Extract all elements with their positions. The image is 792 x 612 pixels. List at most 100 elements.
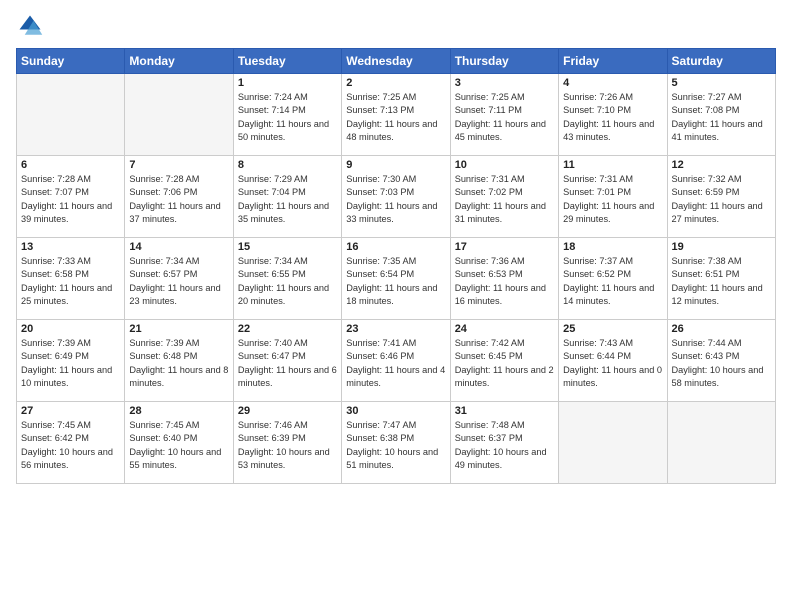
day-number: 8 xyxy=(238,159,337,171)
calendar-cell: 17Sunrise: 7:36 AM Sunset: 6:53 PM Dayli… xyxy=(450,238,558,320)
day-info: Sunrise: 7:28 AM Sunset: 7:06 PM Dayligh… xyxy=(129,173,228,226)
logo-icon xyxy=(16,12,44,40)
day-number: 24 xyxy=(455,323,554,335)
day-info: Sunrise: 7:41 AM Sunset: 6:46 PM Dayligh… xyxy=(346,337,445,390)
calendar-cell: 10 Sunrise: 7:31 AM Sunset: 7:02 PM Dayli… xyxy=(450,156,558,238)
calendar-cell: 7 Sunrise: 7:28 AM Sunset: 7:06 PM Daylig… xyxy=(125,156,233,238)
calendar-container: SundayMondayTuesdayWednesdayThursdayFrid… xyxy=(0,0,792,612)
calendar-cell xyxy=(667,402,775,484)
day-info: Sunrise: 7:34 AM Sunset: 6:55 PM Dayligh… xyxy=(238,255,337,308)
calendar-cell: 21 Sunrise: 7:39 AM Sunset: 6:48 PM Dayli… xyxy=(125,320,233,402)
calendar-cell: 15 Sunrise: 7:34 AM Sunset: 6:55 PM Dayli… xyxy=(233,238,341,320)
calendar-cell: 28 Sunrise: 7:45 AM Sunset: 6:40 PM Dayli… xyxy=(125,402,233,484)
calendar-cell: 27 Sunrise: 7:45 AM Sunset: 6:42 PM Dayli… xyxy=(17,402,125,484)
day-info: Sunrise: 7:31 AM Sunset: 7:02 PM Dayligh… xyxy=(455,173,554,226)
day-info: Sunrise: 7:26 AM Sunset: 7:10 PM Dayligh… xyxy=(563,91,662,144)
calendar-cell: 26 Sunrise: 7:44 AM Sunset: 6:43 PM Dayli… xyxy=(667,320,775,402)
calendar-cell: 29 Sunrise: 7:46 AM Sunset: 6:39 PM Dayli… xyxy=(233,402,341,484)
logo xyxy=(16,12,48,40)
calendar-cell: 5 Sunrise: 7:27 AM Sunset: 7:08 PM Daylig… xyxy=(667,74,775,156)
day-header-tuesday: Tuesday xyxy=(233,49,341,74)
day-info: Sunrise: 7:25 AM Sunset: 7:11 PM Dayligh… xyxy=(455,91,554,144)
calendar-cell: 14 Sunrise: 7:34 AM Sunset: 6:57 PM Dayli… xyxy=(125,238,233,320)
day-number: 9 xyxy=(346,159,445,171)
day-number: 28 xyxy=(129,405,228,417)
day-number: 21 xyxy=(129,323,228,335)
day-info: Sunrise: 7:29 AM Sunset: 7:04 PM Dayligh… xyxy=(238,173,337,226)
day-number: 7 xyxy=(129,159,228,171)
day-info: Sunrise: 7:47 AM Sunset: 6:38 PM Dayligh… xyxy=(346,419,445,472)
calendar-cell: 11 Sunrise: 7:31 AM Sunset: 7:01 PM Dayli… xyxy=(559,156,667,238)
day-number: 17 xyxy=(455,241,554,253)
day-info: Sunrise: 7:42 AM Sunset: 6:45 PM Dayligh… xyxy=(455,337,554,390)
day-number: 27 xyxy=(21,405,120,417)
calendar-cell: 24 Sunrise: 7:42 AM Sunset: 6:45 PM Dayli… xyxy=(450,320,558,402)
day-info: Sunrise: 7:39 AM Sunset: 6:49 PM Dayligh… xyxy=(21,337,120,390)
calendar-cell: 23 Sunrise: 7:41 AM Sunset: 6:46 PM Dayli… xyxy=(342,320,450,402)
day-number: 19 xyxy=(672,241,771,253)
calendar-cell: 12 Sunrise: 7:32 AM Sunset: 6:59 PM Dayli… xyxy=(667,156,775,238)
day-info: Sunrise: 7:33 AM Sunset: 6:58 PM Dayligh… xyxy=(21,255,120,308)
calendar-cell xyxy=(125,74,233,156)
day-info: Sunrise: 7:40 AM Sunset: 6:47 PM Dayligh… xyxy=(238,337,337,390)
day-number: 23 xyxy=(346,323,445,335)
day-info: Sunrise: 7:46 AM Sunset: 6:39 PM Dayligh… xyxy=(238,419,337,472)
calendar-cell: 16 Sunrise: 7:35 AM Sunset: 6:54 PM Dayli… xyxy=(342,238,450,320)
day-info: Sunrise: 7:48 AM Sunset: 6:37 PM Dayligh… xyxy=(455,419,554,472)
day-info: Sunrise: 7:45 AM Sunset: 6:42 PM Dayligh… xyxy=(21,419,120,472)
day-info: Sunrise: 7:39 AM Sunset: 6:48 PM Dayligh… xyxy=(129,337,228,390)
day-info: Sunrise: 7:43 AM Sunset: 6:44 PM Dayligh… xyxy=(563,337,662,390)
calendar-cell: 31 Sunrise: 7:48 AM Sunset: 6:37 PM Dayli… xyxy=(450,402,558,484)
day-info: Sunrise: 7:27 AM Sunset: 7:08 PM Dayligh… xyxy=(672,91,771,144)
calendar-cell: 30 Sunrise: 7:47 AM Sunset: 6:38 PM Dayli… xyxy=(342,402,450,484)
calendar-cell xyxy=(559,402,667,484)
day-info: Sunrise: 7:35 AM Sunset: 6:54 PM Dayligh… xyxy=(346,255,445,308)
header xyxy=(16,12,776,40)
day-info: Sunrise: 7:45 AM Sunset: 6:40 PM Dayligh… xyxy=(129,419,228,472)
day-number: 16 xyxy=(346,241,445,253)
day-info: Sunrise: 7:37 AM Sunset: 6:52 PM Dayligh… xyxy=(563,255,662,308)
calendar-cell: 6Sunrise: 7:28 AM Sunset: 7:07 PM Daylig… xyxy=(17,156,125,238)
calendar-cell: 18 Sunrise: 7:37 AM Sunset: 6:52 PM Dayli… xyxy=(559,238,667,320)
day-number: 22 xyxy=(238,323,337,335)
header-row: SundayMondayTuesdayWednesdayThursdayFrid… xyxy=(17,49,776,74)
calendar-cell: 8 Sunrise: 7:29 AM Sunset: 7:04 PM Daylig… xyxy=(233,156,341,238)
day-number: 25 xyxy=(563,323,662,335)
week-row-5: 27 Sunrise: 7:45 AM Sunset: 6:42 PM Dayli… xyxy=(17,402,776,484)
day-info: Sunrise: 7:34 AM Sunset: 6:57 PM Dayligh… xyxy=(129,255,228,308)
week-row-1: 1Sunrise: 7:24 AM Sunset: 7:14 PM Daylig… xyxy=(17,74,776,156)
day-number: 10 xyxy=(455,159,554,171)
week-row-4: 20 Sunrise: 7:39 AM Sunset: 6:49 PM Dayli… xyxy=(17,320,776,402)
day-info: Sunrise: 7:31 AM Sunset: 7:01 PM Dayligh… xyxy=(563,173,662,226)
day-number: 4 xyxy=(563,77,662,89)
calendar-cell: 25 Sunrise: 7:43 AM Sunset: 6:44 PM Dayli… xyxy=(559,320,667,402)
calendar-cell: 1Sunrise: 7:24 AM Sunset: 7:14 PM Daylig… xyxy=(233,74,341,156)
day-info: Sunrise: 7:25 AM Sunset: 7:13 PM Dayligh… xyxy=(346,91,445,144)
day-header-saturday: Saturday xyxy=(667,49,775,74)
day-info: Sunrise: 7:38 AM Sunset: 6:51 PM Dayligh… xyxy=(672,255,771,308)
day-header-wednesday: Wednesday xyxy=(342,49,450,74)
day-number: 20 xyxy=(21,323,120,335)
calendar-cell: 13 Sunrise: 7:33 AM Sunset: 6:58 PM Dayli… xyxy=(17,238,125,320)
day-info: Sunrise: 7:32 AM Sunset: 6:59 PM Dayligh… xyxy=(672,173,771,226)
day-header-friday: Friday xyxy=(559,49,667,74)
calendar-cell xyxy=(17,74,125,156)
day-number: 12 xyxy=(672,159,771,171)
day-info: Sunrise: 7:44 AM Sunset: 6:43 PM Dayligh… xyxy=(672,337,771,390)
week-row-2: 6Sunrise: 7:28 AM Sunset: 7:07 PM Daylig… xyxy=(17,156,776,238)
calendar-cell: 22 Sunrise: 7:40 AM Sunset: 6:47 PM Dayli… xyxy=(233,320,341,402)
day-number: 14 xyxy=(129,241,228,253)
day-number: 18 xyxy=(563,241,662,253)
day-number: 13 xyxy=(21,241,120,253)
day-header-thursday: Thursday xyxy=(450,49,558,74)
day-number: 6 xyxy=(21,159,120,171)
day-info: Sunrise: 7:24 AM Sunset: 7:14 PM Dayligh… xyxy=(238,91,337,144)
day-number: 5 xyxy=(672,77,771,89)
day-number: 31 xyxy=(455,405,554,417)
day-number: 26 xyxy=(672,323,771,335)
day-number: 11 xyxy=(563,159,662,171)
day-number: 29 xyxy=(238,405,337,417)
day-number: 15 xyxy=(238,241,337,253)
day-number: 30 xyxy=(346,405,445,417)
day-header-sunday: Sunday xyxy=(17,49,125,74)
